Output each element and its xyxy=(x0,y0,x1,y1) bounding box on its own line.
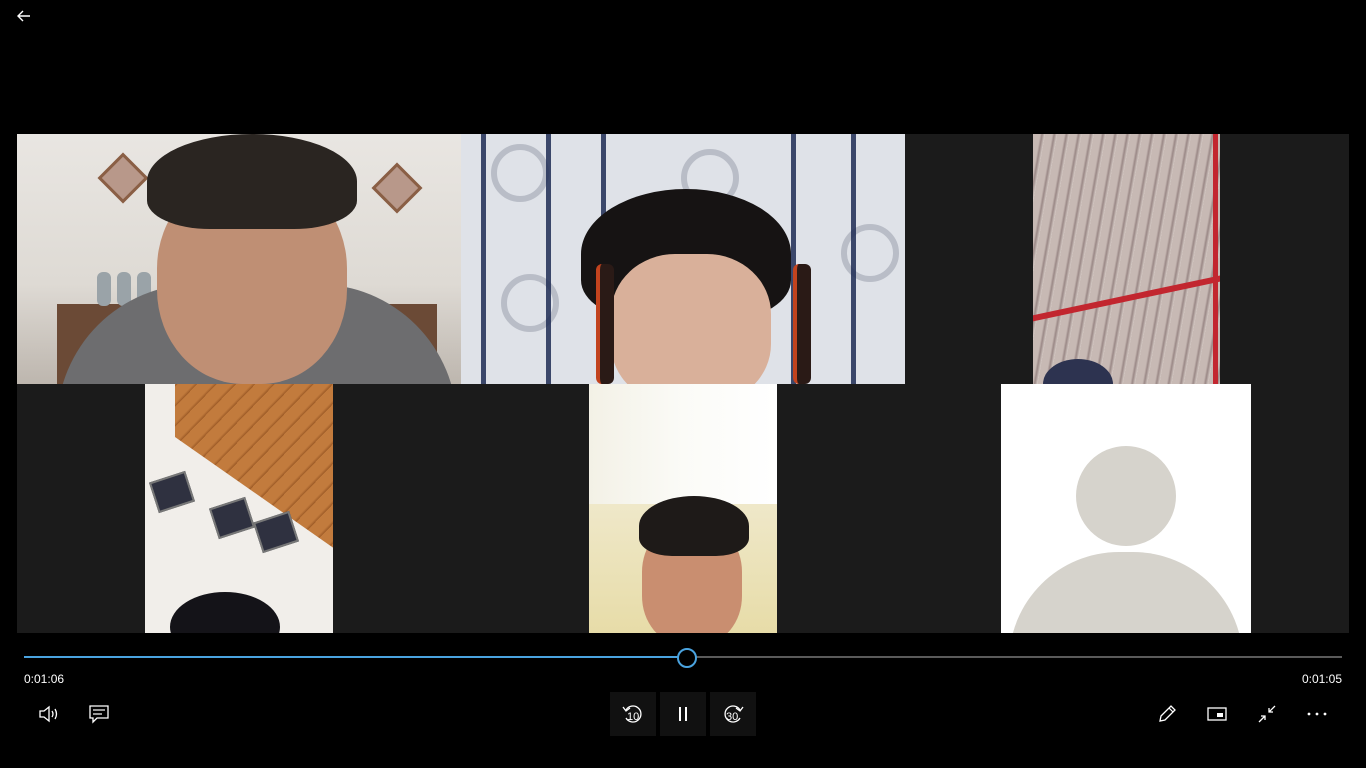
participant-video-4 xyxy=(145,384,333,633)
captions-icon xyxy=(89,705,109,724)
participant-video-3 xyxy=(1033,134,1220,384)
volume-button[interactable] xyxy=(27,692,71,736)
mini-view-icon xyxy=(1207,707,1227,721)
more-icon xyxy=(1307,712,1327,716)
media-player-window: 0:01:06 0:01:05 10 30 xyxy=(0,0,1366,768)
pause-icon xyxy=(679,707,687,721)
seek-bar[interactable] xyxy=(24,648,1342,668)
pause-button[interactable] xyxy=(660,692,706,736)
seek-thumb[interactable] xyxy=(677,648,698,668)
participant-video-2 xyxy=(461,134,905,384)
video-frame[interactable] xyxy=(17,134,1349,633)
more-button[interactable] xyxy=(1295,692,1339,736)
edit-button[interactable] xyxy=(1145,692,1189,736)
arrow-left-icon xyxy=(17,10,30,22)
volume-icon xyxy=(39,705,58,723)
skip-back-button[interactable]: 10 xyxy=(610,692,656,736)
participant-video-1 xyxy=(17,134,461,384)
exit-fullscreen-icon xyxy=(1258,705,1276,723)
seek-progress xyxy=(24,656,687,658)
captions-button[interactable] xyxy=(77,692,121,736)
back-button[interactable] xyxy=(8,2,40,30)
time-remaining: 0:01:05 xyxy=(1301,672,1342,686)
participant-video-6 xyxy=(1001,384,1251,633)
participant-video-5 xyxy=(589,384,777,633)
skip-forward-button[interactable]: 30 xyxy=(710,692,756,736)
avatar-placeholder-head xyxy=(1076,446,1176,546)
mini-view-button[interactable] xyxy=(1195,692,1239,736)
time-elapsed: 0:01:06 xyxy=(24,672,65,686)
skip-forward-label: 30 xyxy=(726,711,739,723)
exit-fullscreen-button[interactable] xyxy=(1245,692,1289,736)
skip-back-label: 10 xyxy=(627,711,640,723)
avatar-placeholder-body xyxy=(1009,552,1243,633)
pencil-icon xyxy=(1159,705,1176,722)
